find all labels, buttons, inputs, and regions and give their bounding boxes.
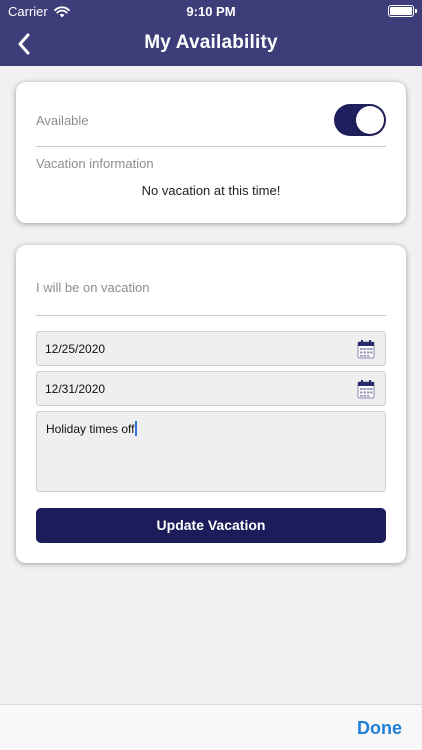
done-button[interactable]: Done <box>357 718 402 739</box>
toggle-knob <box>356 106 384 134</box>
vacation-info-label: Vacation information <box>36 156 154 171</box>
page-title: My Availability <box>144 32 278 53</box>
status-bar: Carrier 9:10 PM <box>0 0 422 22</box>
vacation-heading: I will be on vacation <box>36 280 150 295</box>
divider <box>36 146 386 147</box>
end-date-field[interactable]: 12/31/2020 <box>36 371 386 406</box>
bottom-toolbar: Done <box>0 704 422 750</box>
start-date-value: 12/25/2020 <box>45 342 106 356</box>
calendar-icon[interactable] <box>357 379 375 399</box>
header: Carrier 9:10 PM My Availability <box>0 0 422 66</box>
vacation-notes-textarea[interactable]: Holiday times off <box>36 411 386 492</box>
nav-bar: My Availability <box>0 22 422 66</box>
start-date-field[interactable]: 12/25/2020 <box>36 331 386 366</box>
available-label: Available <box>36 113 89 128</box>
notes-value: Holiday times off <box>46 421 137 436</box>
vacation-status-message: No vacation at this time! <box>141 183 281 198</box>
battery-icon <box>388 5 417 17</box>
notes-text: Holiday times off <box>46 422 135 436</box>
divider <box>36 315 386 316</box>
vacation-form-card: I will be on vacation 12/25/2020 12/31/2… <box>16 245 406 563</box>
text-cursor <box>135 421 137 436</box>
status-time: 9:10 PM <box>186 4 236 19</box>
end-date-value: 12/31/2020 <box>45 382 106 396</box>
update-vacation-button[interactable]: Update Vacation <box>36 508 386 543</box>
calendar-icon[interactable] <box>357 339 375 359</box>
availability-card: Available Vacation information No vacati… <box>16 82 406 223</box>
available-toggle[interactable] <box>334 104 386 136</box>
